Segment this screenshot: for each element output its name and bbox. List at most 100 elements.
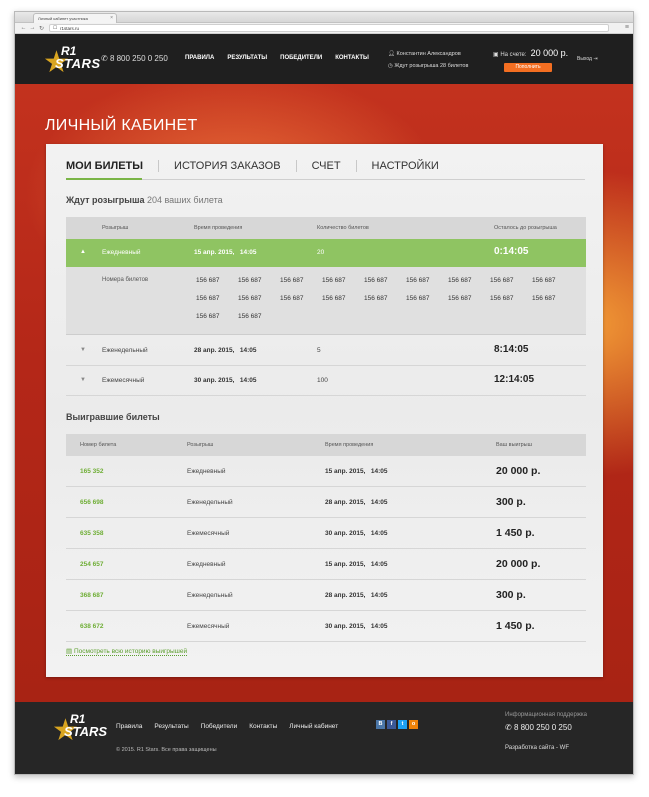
ticket-number: 156 687 bbox=[364, 277, 388, 284]
win-ticket-number[interactable]: 638 672 bbox=[80, 623, 104, 630]
footer-nav-rules[interactable]: Правила bbox=[116, 723, 142, 730]
header-phone[interactable]: ✆ 8 800 250 0 250 bbox=[101, 54, 168, 63]
footer-nav-results[interactable]: Результаты bbox=[154, 723, 188, 730]
row-count: 100 bbox=[317, 377, 328, 384]
support-label: Информационная поддержка bbox=[505, 712, 587, 718]
pending-note-row[interactable]: ◷ Ждут розыгрыша 28 билетов bbox=[388, 60, 468, 72]
win-ticket-number[interactable]: 656 698 bbox=[80, 499, 104, 506]
ticket-numbers-label: Номера билетов bbox=[102, 277, 149, 283]
win-date: 15 апр. 2015, 14:05 bbox=[325, 468, 387, 475]
balance-label: На счете: bbox=[500, 52, 527, 58]
ticket-number: 156 687 bbox=[406, 277, 430, 284]
facebook-icon[interactable]: f bbox=[387, 720, 396, 729]
win-time: 14:05 bbox=[370, 468, 388, 475]
footer-nav-contacts[interactable]: Контакты bbox=[249, 723, 277, 730]
win-ticket-number[interactable]: 635 358 bbox=[80, 530, 104, 537]
ticket-number: 156 687 bbox=[406, 295, 430, 302]
ticket-number: 156 687 bbox=[196, 295, 220, 302]
logout-link[interactable]: Выход ⇥ bbox=[577, 56, 598, 62]
pending-row[interactable]: ▼ Ежемесячный 30 апр. 2015, 14:05 100 12… bbox=[66, 366, 586, 396]
footer-nav: Правила Результаты Победители Контакты Л… bbox=[116, 723, 338, 730]
win-ticket-number[interactable]: 254 657 bbox=[80, 561, 104, 568]
win-prize: 20 000 р. bbox=[496, 465, 541, 477]
win-history-link[interactable]: ▤ Посмотреть всю историю выигрышей bbox=[66, 647, 188, 656]
topup-button[interactable]: Пополнить bbox=[504, 63, 552, 72]
win-ticket-number[interactable]: 368 687 bbox=[80, 592, 104, 599]
row-draw: Еженедельный bbox=[102, 347, 148, 354]
win-date-text: 30 апр. 2015, bbox=[325, 623, 366, 630]
reload-icon[interactable]: ↻ bbox=[37, 25, 46, 32]
win-draw: Еженедельный bbox=[187, 499, 233, 506]
winning-row[interactable]: 368 687 Еженедельный 28 апр. 2015, 14:05 30… bbox=[66, 580, 586, 611]
winning-row[interactable]: 638 672 Ежемесячный 30 апр. 2015, 14:05 1 4… bbox=[66, 611, 586, 642]
win-date: 28 апр. 2015, 14:05 bbox=[325, 592, 387, 599]
nav-results[interactable]: РЕЗУЛЬТАТЫ bbox=[227, 55, 267, 61]
col-time: Время проведения bbox=[194, 225, 243, 231]
odnoklassniki-icon[interactable]: о bbox=[409, 720, 418, 729]
ticket-number: 156 687 bbox=[490, 295, 514, 302]
win-draw: Ежемесячный bbox=[187, 623, 230, 630]
tab-settings[interactable]: НАСТРОЙКИ bbox=[372, 160, 454, 172]
chevron-down-icon[interactable]: ▼ bbox=[80, 347, 86, 353]
nav-contacts[interactable]: КОНТАКТЫ bbox=[335, 55, 369, 61]
win-time: 14:05 bbox=[370, 623, 388, 630]
site-logo[interactable]: ★ R1 STARS bbox=[43, 42, 100, 78]
close-icon[interactable]: × bbox=[110, 15, 113, 21]
copyright: © 2015. R1 Stars. Все права защищены bbox=[116, 747, 217, 753]
col-draw: Розыгрыш bbox=[187, 442, 214, 448]
row-count: 5 bbox=[317, 347, 321, 354]
back-icon[interactable]: ← bbox=[19, 25, 28, 31]
phone-icon: ✆ bbox=[505, 723, 512, 732]
pending-row[interactable]: ▼ Еженедельный 28 апр. 2015, 14:05 5 8:1… bbox=[66, 336, 586, 366]
chevron-down-icon[interactable]: ▼ bbox=[80, 377, 86, 383]
win-date: 30 апр. 2015, 14:05 bbox=[325, 530, 387, 537]
win-date-text: 15 апр. 2015, bbox=[325, 468, 366, 475]
support-phone[interactable]: ✆ 8 800 250 0 250 bbox=[505, 723, 572, 732]
winning-row[interactable]: 254 657 Ежедневный 15 апр. 2015, 14:05 20 0… bbox=[66, 549, 586, 580]
tabs-underline bbox=[66, 178, 585, 180]
footer-logo[interactable]: ★ R1 STARS bbox=[52, 710, 107, 746]
site-footer: ★ R1 STARS Правила Результаты Победители… bbox=[15, 702, 633, 774]
vk-icon[interactable]: В bbox=[376, 720, 385, 729]
win-date: 28 апр. 2015, 14:05 bbox=[325, 499, 387, 506]
win-ticket-number[interactable]: 165 352 bbox=[80, 468, 104, 475]
twitter-icon[interactable]: t bbox=[398, 720, 407, 729]
browser-tab-title: Личный кабинет участника bbox=[38, 16, 88, 21]
winning-row[interactable]: 635 358 Ежемесячный 30 апр. 2015, 14:05 1 4… bbox=[66, 518, 586, 549]
balance-value: 20 000 р. bbox=[530, 48, 569, 58]
ticket-number: 156 687 bbox=[238, 313, 262, 320]
tab-order-history[interactable]: ИСТОРИЯ ЗАКАЗОВ bbox=[174, 160, 297, 172]
win-draw: Ежемесячный bbox=[187, 530, 230, 537]
ticket-number: 156 687 bbox=[196, 313, 220, 320]
chevron-up-icon[interactable]: ▲ bbox=[80, 249, 86, 255]
account-tabs: МОИ БИЛЕТЫ ИСТОРИЯ ЗАКАЗОВ СЧЕТ НАСТРОЙК… bbox=[66, 160, 469, 172]
win-date: 15 апр. 2015, 14:05 bbox=[325, 561, 387, 568]
developer-credit[interactable]: Разработка сайта - WF bbox=[505, 745, 569, 751]
win-date-text: 15 апр. 2015, bbox=[325, 561, 366, 568]
win-draw: Ежедневный bbox=[187, 468, 226, 475]
win-prize: 300 р. bbox=[496, 496, 526, 508]
ticket-number: 156 687 bbox=[532, 277, 556, 284]
menu-icon[interactable]: ≡ bbox=[625, 24, 629, 31]
nav-rules[interactable]: ПРАВИЛА bbox=[185, 55, 214, 61]
browser-tab[interactable]: Личный кабинет участника × bbox=[33, 13, 117, 23]
ticket-number: 156 687 bbox=[238, 277, 262, 284]
win-time: 14:05 bbox=[370, 530, 388, 537]
ticket-number: 156 687 bbox=[448, 295, 472, 302]
winning-row[interactable]: 656 698 Еженедельный 28 апр. 2015, 14:05 30… bbox=[66, 487, 586, 518]
address-bar[interactable]: ☐ r1stars.ru bbox=[49, 24, 609, 32]
footer-nav-cabinet[interactable]: Личный кабинет bbox=[289, 723, 338, 730]
forward-icon[interactable]: → bbox=[28, 25, 37, 31]
tab-my-tickets[interactable]: МОИ БИЛЕТЫ bbox=[66, 160, 160, 172]
win-time: 14:05 bbox=[370, 592, 388, 599]
pending-row-active[interactable]: ▲ Ежедневный 15 апр. 2015, 14:05 20 0:14… bbox=[66, 239, 586, 267]
win-date-text: 28 апр. 2015, bbox=[325, 592, 366, 599]
win-prize: 20 000 р. bbox=[496, 558, 541, 570]
footer-nav-winners[interactable]: Победители bbox=[201, 723, 238, 730]
tab-account[interactable]: СЧЕТ bbox=[312, 160, 357, 172]
user-name-row[interactable]: 👤︎ Константин Александров bbox=[388, 48, 468, 60]
winning-row[interactable]: 165 352 Ежедневный 15 апр. 2015, 14:05 20 0… bbox=[66, 456, 586, 487]
ticket-numbers-panel: Номера билетов 156 687 156 687 156 687 156 … bbox=[66, 267, 586, 335]
row-date-text: 28 апр. 2015, bbox=[194, 347, 235, 354]
nav-winners[interactable]: ПОБЕДИТЕЛИ bbox=[280, 55, 322, 61]
